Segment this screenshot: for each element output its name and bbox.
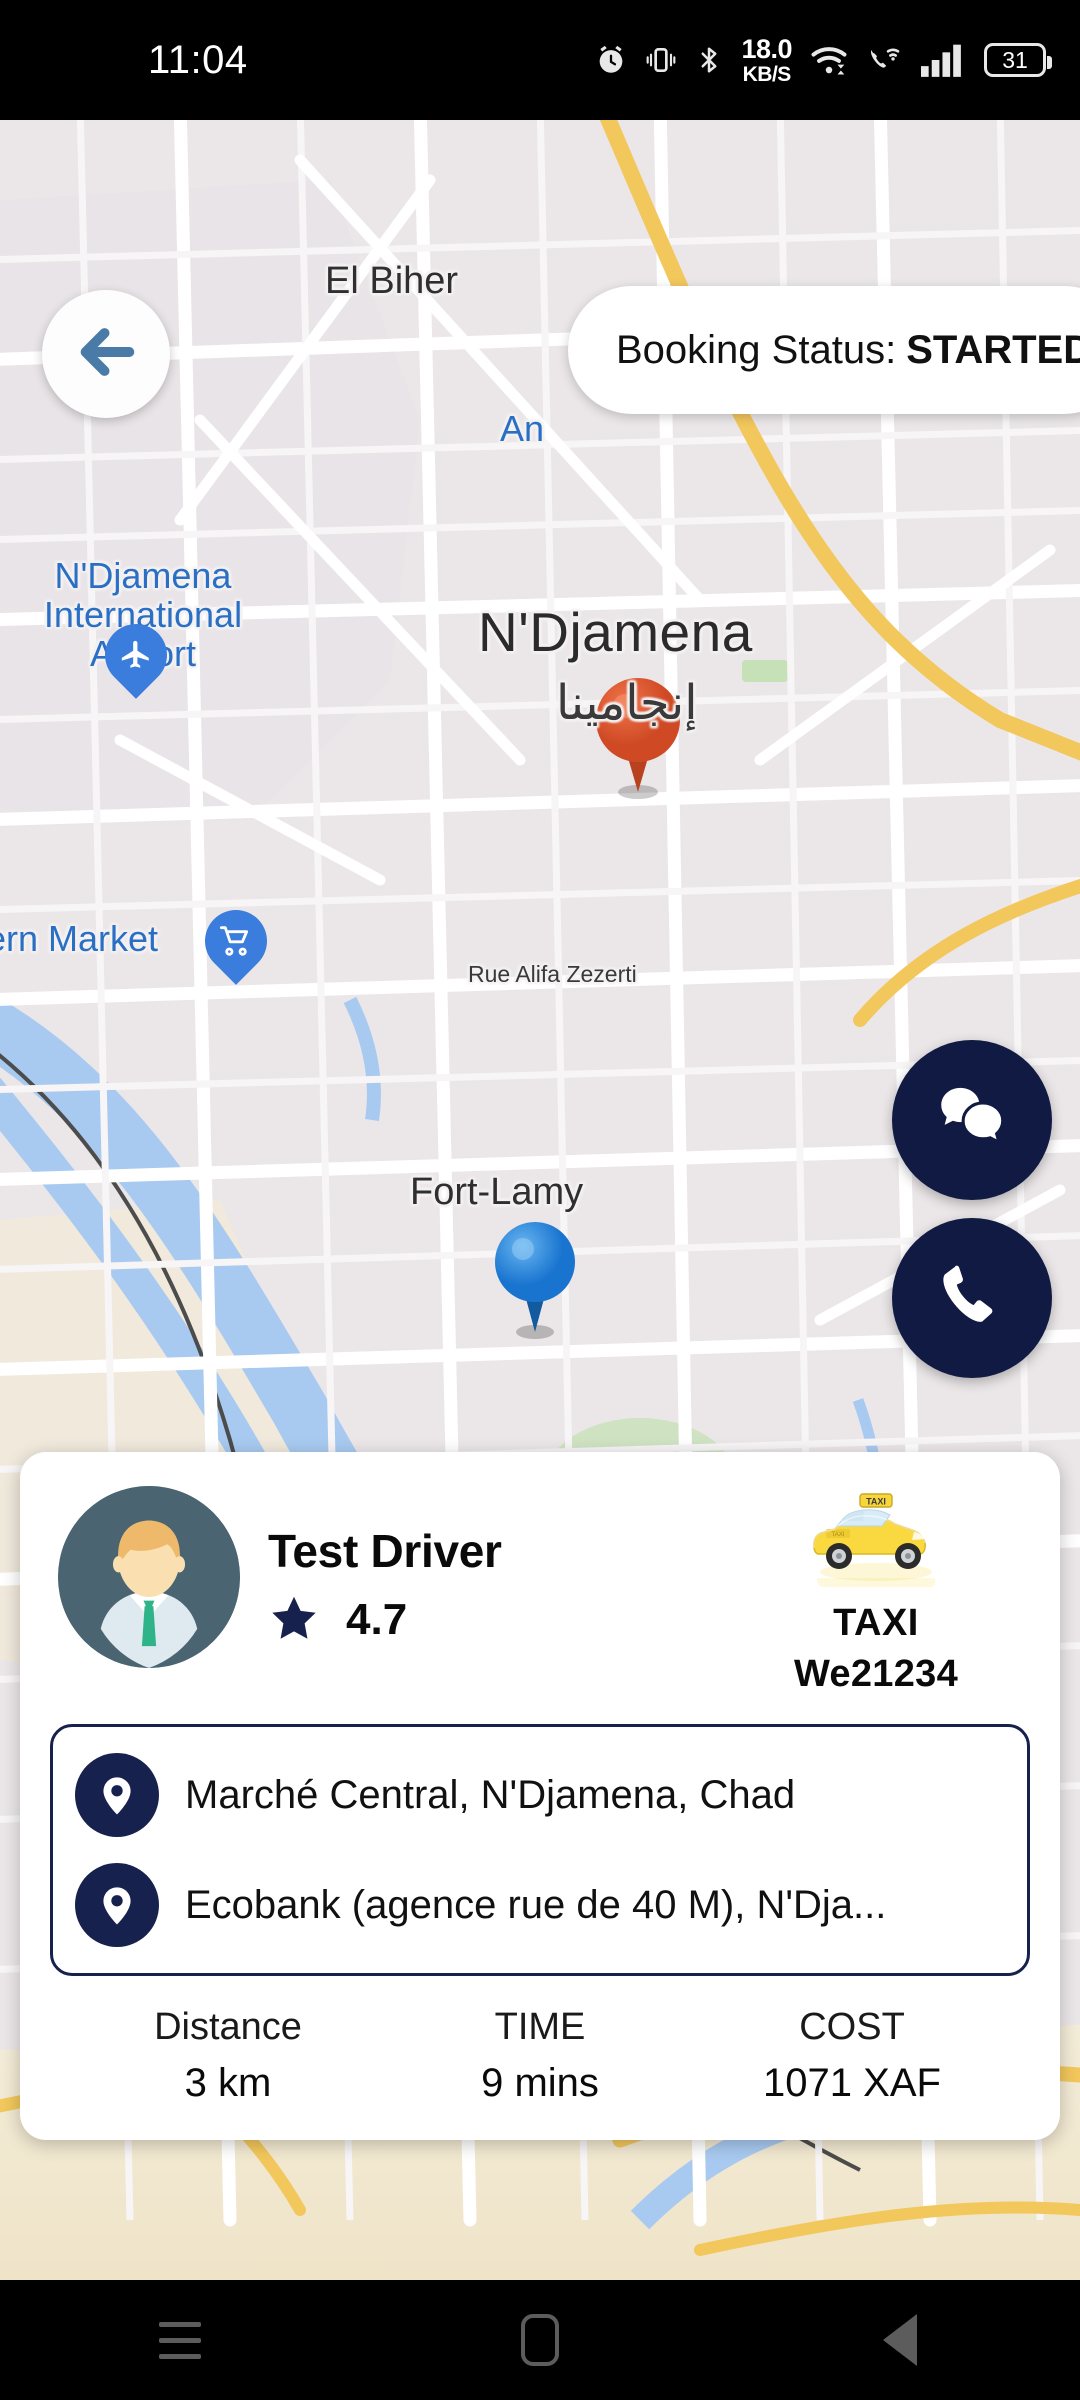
back-arrow-icon	[71, 317, 141, 392]
home-icon	[521, 2314, 559, 2366]
stat-distance: Distance 3 km	[72, 2006, 384, 2106]
pickup-address-text: Marché Central, N'Djamena, Chad	[185, 1772, 796, 1817]
call-button[interactable]	[892, 1218, 1052, 1378]
home-button[interactable]	[450, 2280, 630, 2400]
stat-cost-value: 1071 XAF	[763, 2061, 941, 2105]
recents-icon	[159, 2321, 201, 2359]
pickup-address-row[interactable]: Marché Central, N'Djamena, Chad	[75, 1753, 1001, 1837]
booking-status-prefix: Booking Status:	[616, 327, 897, 372]
dropoff-address-text: Ecobank (agence rue de 40 M), N'Dja...	[185, 1882, 887, 1927]
chat-icon	[931, 1077, 1013, 1164]
vehicle-plate: We21234	[793, 1653, 959, 1695]
taxi-car-image: TAXI TAXI	[796, 1486, 956, 1594]
driver-identity: Test Driver 4.7	[58, 1486, 502, 1668]
stat-time-value: 9 mins	[481, 2061, 599, 2105]
network-speed-indicator: 18.0 KB/S	[741, 33, 792, 86]
location-pin-icon	[75, 1863, 159, 1947]
booking-status-value: STARTED	[906, 327, 1080, 372]
back-triangle-icon	[883, 2314, 917, 2366]
vehicle-type: TAXI	[833, 1602, 919, 1644]
wifi-icon	[809, 43, 849, 77]
star-icon	[268, 1592, 320, 1649]
status-bar: 11:04 18.0 KB/S 31	[0, 0, 1080, 120]
chat-button[interactable]	[892, 1040, 1052, 1200]
vehicle-info: TAXI TAXI TAXI We21234	[752, 1486, 1022, 1696]
svg-text:TAXI: TAXI	[832, 1532, 845, 1538]
signal-bars-icon	[921, 43, 967, 77]
trip-details-card: Test Driver 4.7 TAXI TAXI TAXI We21234 M…	[20, 1452, 1060, 2140]
driver-rating: 4.7	[268, 1592, 502, 1649]
driver-info-row: Test Driver 4.7 TAXI TAXI TAXI We21234	[50, 1480, 1030, 1706]
driver-rating-value: 4.7	[346, 1595, 408, 1644]
vibrate-icon	[645, 43, 677, 77]
stat-distance-value: 3 km	[184, 2061, 272, 2105]
android-navigation-bar	[0, 2280, 1080, 2400]
location-pin-icon	[75, 1753, 159, 1837]
driver-meta: Test Driver 4.7	[268, 1506, 502, 1649]
back-nav-button[interactable]	[810, 2280, 990, 2400]
recents-button[interactable]	[90, 2280, 270, 2400]
bluetooth-icon	[694, 42, 724, 78]
status-bar-clock: 11:04	[148, 37, 248, 82]
alarm-icon	[594, 43, 628, 77]
phone-screen: 11:04 18.0 KB/S 31 El Biher An N'Djamena…	[0, 0, 1080, 2400]
booking-status-banner: Booking Status: STARTED	[568, 286, 1080, 414]
stat-time-label: TIME	[494, 2006, 586, 2048]
trip-stats-row: Distance 3 km TIME 9 mins COST 1071 XAF	[50, 2006, 1030, 2106]
network-speed-unit: KB/S	[742, 62, 792, 86]
driver-name: Test Driver	[268, 1524, 502, 1577]
back-button[interactable]	[42, 290, 170, 418]
phone-icon	[934, 1258, 1010, 1339]
vowifi-call-icon	[866, 43, 904, 77]
battery-level: 31	[1002, 46, 1028, 73]
battery-icon: 31	[984, 43, 1052, 77]
dropoff-address-row[interactable]: Ecobank (agence rue de 40 M), N'Dja...	[75, 1863, 1001, 1947]
driver-avatar	[58, 1486, 240, 1668]
addresses-box: Marché Central, N'Djamena, Chad Ecobank …	[50, 1724, 1030, 1976]
svg-text:TAXI: TAXI	[866, 1497, 886, 1507]
status-bar-icons: 18.0 KB/S 31	[594, 33, 1052, 86]
stat-distance-label: Distance	[154, 2006, 302, 2048]
stat-time: TIME 9 mins	[384, 2006, 696, 2106]
network-speed-value: 18.0	[741, 33, 792, 64]
stat-cost: COST 1071 XAF	[696, 2006, 1008, 2106]
stat-cost-label: COST	[799, 2006, 905, 2048]
